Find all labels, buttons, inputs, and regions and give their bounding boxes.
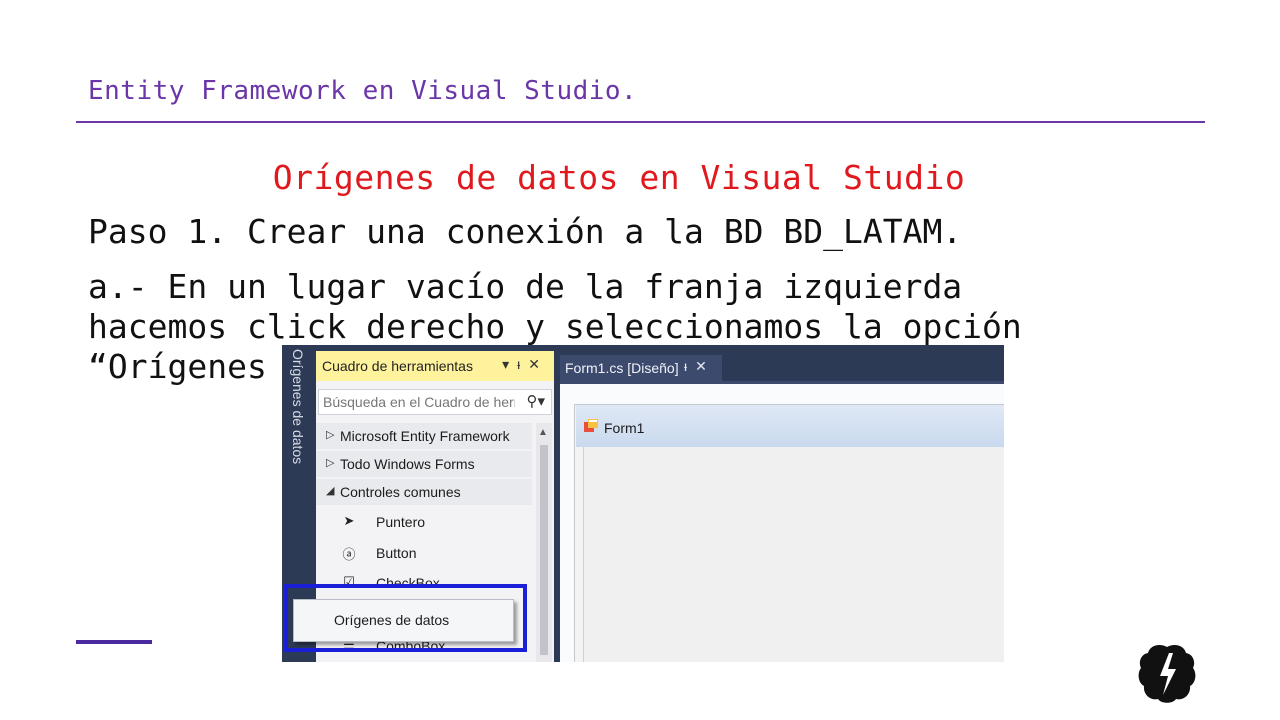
- slide-subtitle: Orígenes de datos en Visual Studio: [272, 158, 966, 197]
- chevron-down-icon[interactable]: ▾: [502, 356, 517, 372]
- header-divider: [76, 121, 1205, 123]
- slide-header: Entity Framework en Visual Studio.: [88, 76, 638, 106]
- scrollbar-thumb[interactable]: [540, 445, 548, 655]
- toolbox-group-common-controls[interactable]: ◢ Controles comunes: [316, 479, 532, 505]
- toolbox-title-bar: Cuadro de herramientas ▾ᵼ✕: [316, 351, 554, 381]
- collapse-arrow-icon[interactable]: ◢: [326, 484, 334, 497]
- toolbox-group-label: Microsoft Entity Framework: [340, 428, 510, 444]
- toolbox-item-pointer[interactable]: ➤ Puntero: [316, 509, 532, 535]
- data-sources-side-tab[interactable]: Orígenes de datos: [288, 349, 308, 491]
- toolbox-group-label: Controles comunes: [340, 484, 461, 500]
- toolbox-item-button[interactable]: ⓐ Button: [316, 540, 532, 566]
- toolbox-group-entity-framework[interactable]: ▷ Microsoft Entity Framework: [316, 423, 532, 449]
- toolbox-item-label: Button: [376, 545, 417, 561]
- close-icon[interactable]: ✕: [695, 358, 715, 374]
- pointer-icon: ➤: [343, 513, 355, 528]
- form-body[interactable]: [583, 447, 1004, 662]
- form-title: Form1: [604, 420, 645, 436]
- toolbox-search-placeholder: Búsqueda en el Cuadro de herra: [323, 394, 515, 410]
- tab-label: Form1.cs [Diseño]: [565, 360, 679, 376]
- brain-logo-icon: [1138, 645, 1196, 703]
- toolbox-group-windows-forms[interactable]: ▷ Todo Windows Forms: [316, 451, 532, 477]
- form-icon: [584, 419, 598, 432]
- form-title-bar[interactable]: Form1: [576, 405, 1004, 447]
- scroll-up-icon[interactable]: ▲: [538, 427, 548, 438]
- toolbox-title-icons: ▾ᵼ✕: [502, 356, 548, 373]
- highlight-box: [284, 584, 527, 652]
- toolbox-item-label: Puntero: [376, 514, 426, 530]
- toolbox-group-label: Todo Windows Forms: [340, 456, 475, 472]
- toolbox-title: Cuadro de herramientas: [322, 358, 473, 374]
- pin-icon[interactable]: ᵼ: [684, 358, 695, 374]
- step-text: Paso 1. Crear una conexión a la BD BD_LA…: [88, 212, 963, 251]
- button-icon: ⓐ: [342, 547, 356, 562]
- toolbox-scrollbar[interactable]: ▲: [536, 423, 552, 662]
- tab-form1-design[interactable]: Form1.cs [Diseño] ᵼ✕: [560, 355, 722, 381]
- pin-icon[interactable]: ᵼ: [517, 356, 528, 372]
- form-window[interactable]: Form1: [574, 404, 1004, 662]
- bottom-accent-line: [76, 640, 152, 644]
- toolbox-search-input[interactable]: Búsqueda en el Cuadro de herra ⚲▾: [318, 389, 552, 415]
- expand-arrow-icon[interactable]: ▷: [326, 428, 334, 441]
- document-area: Form1.cs [Diseño] ᵼ✕ Form1: [560, 345, 1004, 662]
- expand-arrow-icon[interactable]: ▷: [326, 456, 334, 469]
- search-icon[interactable]: ⚲▾: [526, 392, 545, 410]
- data-sources-side-tab-label: Orígenes de datos: [290, 349, 306, 465]
- close-icon[interactable]: ✕: [528, 356, 548, 372]
- form-designer-surface[interactable]: Form1: [560, 384, 1004, 662]
- tab-icons: ᵼ✕: [684, 358, 715, 375]
